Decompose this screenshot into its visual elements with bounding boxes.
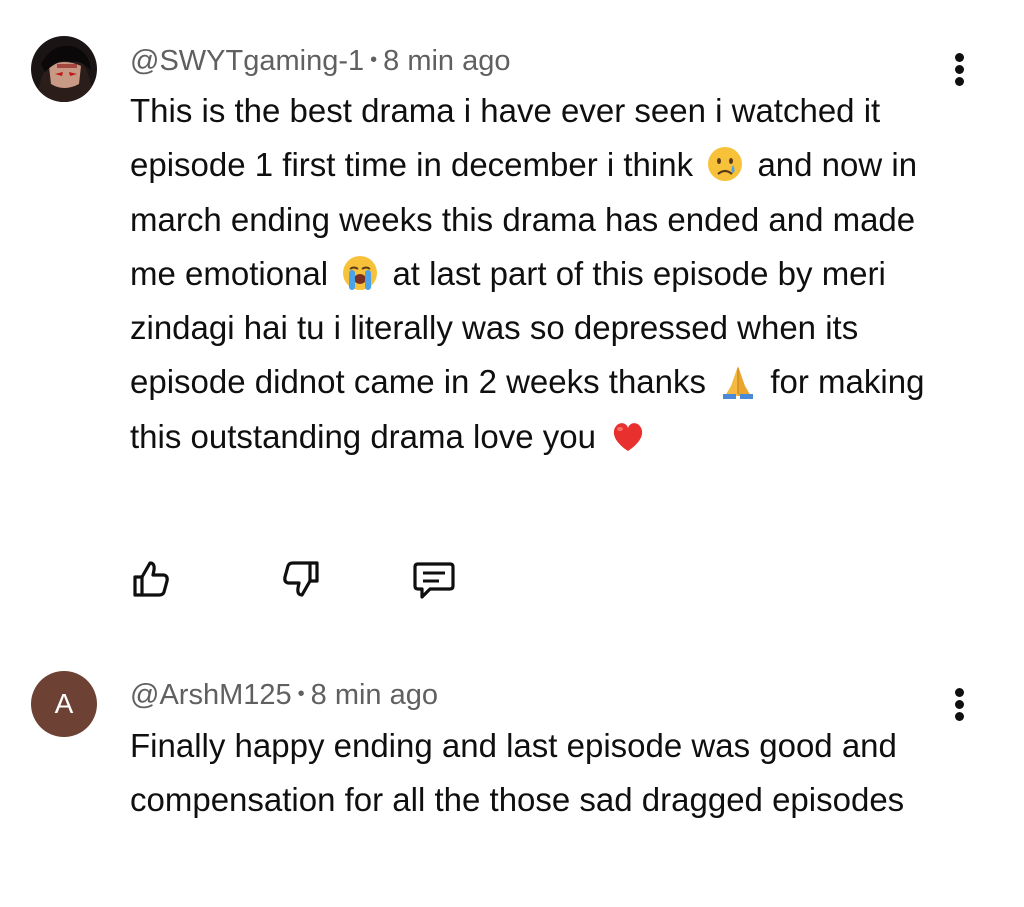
more-vertical-icon[interactable]	[946, 683, 974, 727]
thumbs-up-icon	[133, 561, 169, 597]
thumbs-down-icon	[283, 561, 319, 597]
like-button[interactable]	[125, 553, 177, 605]
comment-time[interactable]: 8 min ago	[311, 679, 438, 711]
folded-hands-emoji	[719, 362, 757, 400]
crying-face-emoji	[706, 145, 744, 183]
loudly-crying-face-emoji	[341, 254, 379, 292]
comment-meta: @ArshM125 • 8 min ago	[130, 677, 438, 712]
comment-text: This is the best drama i have ever seen …	[130, 84, 960, 464]
author-handle[interactable]: @ArshM125	[130, 679, 292, 711]
dislike-button[interactable]	[275, 553, 327, 605]
reply-button[interactable]	[408, 553, 460, 605]
avatar[interactable]	[31, 36, 97, 102]
comment-text: Finally happy ending and last episode wa…	[130, 727, 905, 819]
reply-comment-icon	[413, 562, 455, 599]
comment-meta: @SWYTgaming-1 • 8 min ago	[130, 43, 511, 78]
avatar[interactable]: A	[31, 671, 97, 737]
red-heart-emoji	[609, 417, 647, 455]
separator-dot: •	[370, 49, 378, 71]
comment-time[interactable]: 8 min ago	[383, 45, 510, 77]
separator-dot: •	[297, 683, 305, 705]
author-handle[interactable]: @SWYTgaming-1	[130, 45, 364, 77]
